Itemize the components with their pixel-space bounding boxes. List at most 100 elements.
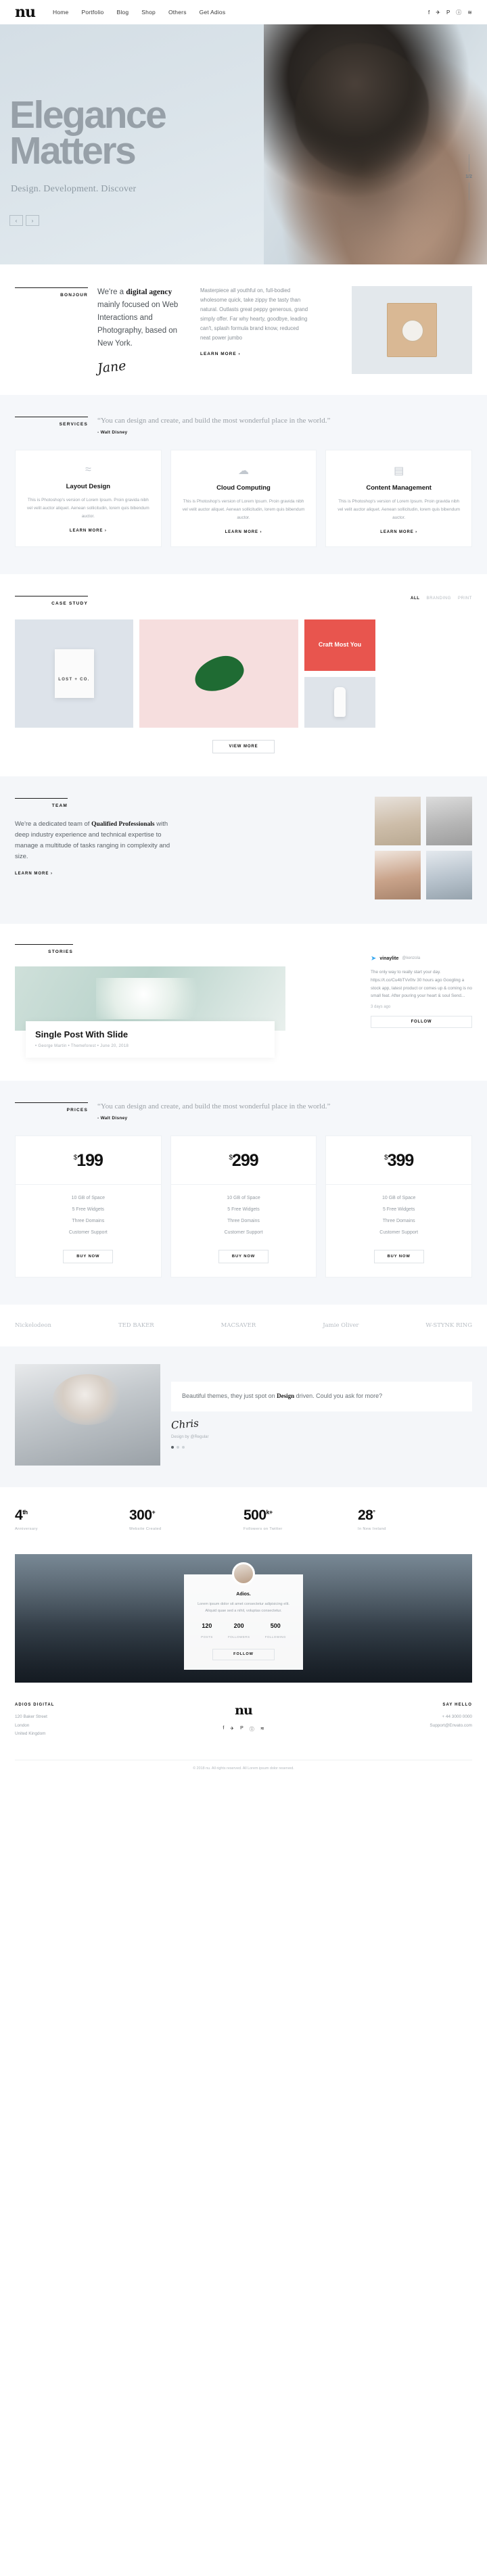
slider-prev-button[interactable]: ‹ [9,215,23,226]
service-card[interactable]: ▤ Content Management This is Photoshop's… [325,450,473,547]
nav-item-get-adios[interactable]: Get Adios [200,9,226,16]
footer-logo[interactable]: nu [130,1703,357,1718]
pricing-feature: 5 Free Widgets [382,1207,415,1213]
rss-icon[interactable]: ≋ [467,9,472,16]
stats-section: 4th Anniversary 300+ Website Created 500… [0,1487,487,1554]
pricing-quote-block: “You can design and create, and build th… [97,1101,330,1121]
landing-page: nu Home Portfolio Blog Shop Others Get A… [0,0,487,1780]
testimonial-dot[interactable] [182,1445,185,1449]
pricing-feature: Three Domains [382,1219,415,1224]
service-learn-more-link[interactable]: LEARN MORE › [25,529,152,533]
story-title[interactable]: Single Post With Slide [35,1029,265,1039]
stat-value: 4 [15,1507,23,1524]
team-member-photo[interactable] [426,796,472,845]
filter-all[interactable]: ALL [411,596,419,601]
testimonial-dot[interactable] [177,1445,179,1449]
facebook-icon[interactable]: f [223,1726,224,1733]
nav-item-blog[interactable]: Blog [116,9,129,16]
instagram-icon[interactable]: ⓘ [250,1726,254,1733]
buy-now-button[interactable]: BUY NOW [218,1250,269,1264]
about-lead-after: mainly focused on Web Interactions and P… [97,300,179,348]
site-logo[interactable]: nu [15,5,36,20]
testimonial-dot[interactable] [171,1445,174,1449]
team-learn-more-button[interactable]: LEARN MORE › [15,872,177,876]
bottle-illustration [334,687,346,718]
footer-email[interactable]: Support@Envato.com [357,1722,472,1730]
buy-now-button[interactable]: BUY NOW [373,1250,424,1264]
buy-now-button[interactable]: BUY NOW [63,1250,114,1264]
pricing-kicker-block: PRICES [15,1101,88,1113]
view-more-button[interactable]: VIEW MORE [212,739,275,753]
footer-address-line: United Kingdom [15,1731,46,1736]
hero-subtitle: Design. Development. Discover [11,184,137,194]
cta-stat-following: 500 FOLLOWING [265,1622,286,1641]
footer-brand-column: nu f ✈ P ⓘ ≋ [130,1703,357,1733]
kicker-rule [15,943,73,945]
pricing-features: 10 GB of Space 5 Free Widgets Three Doma… [326,1185,471,1246]
story-card[interactable]: Single Post With Slide • George Martin •… [15,966,285,1058]
filter-branding[interactable]: BRANDING [427,596,451,601]
service-learn-more-link[interactable]: LEARN MORE › [181,530,307,534]
price-value: 399 [387,1151,415,1171]
about-signature: Jane [96,358,127,377]
stat-number: 300+ [129,1507,244,1524]
pricing-feature: 10 GB of Space [227,1196,260,1201]
price-value: 299 [231,1151,259,1171]
team-member-photo[interactable] [375,850,421,899]
service-learn-more-link[interactable]: LEARN MORE › [335,530,462,534]
cta-profile-description: Lorem ipsum dolor sit amet consectetur a… [198,1602,289,1614]
filter-print[interactable]: PRINT [458,596,472,601]
twitter-icon[interactable]: ✈ [436,9,440,16]
service-text: This is Photoshop's version of Lorem Ips… [338,499,461,521]
cta-profile-stats: 120 POSTS 200 FOLLOWERS 500 FOLLOWING [193,1622,294,1641]
nav-item-others[interactable]: Others [168,9,187,16]
portfolio-tile-bottle[interactable] [304,676,375,728]
cta-follow-button[interactable]: FOLLOW [212,1648,275,1660]
slide-counter: 1/2 [465,154,472,200]
case-kicker-block: CASE STUDY [15,594,88,606]
portfolio-tile-bag[interactable]: LOST + CO. [15,619,133,728]
facebook-icon[interactable]: f [428,9,430,16]
twitter-icon[interactable]: ✈ [230,1726,234,1733]
service-text: This is Photoshop's version of Lorem Ips… [182,499,305,521]
pinterest-icon[interactable]: P [240,1726,244,1733]
pinterest-icon[interactable]: P [446,9,450,16]
tweet-timestamp: 3 days ago [371,1005,391,1010]
nav-item-home[interactable]: Home [53,9,68,16]
slider-next-button[interactable]: › [26,215,39,226]
service-card[interactable]: ☁ Cloud Computing This is Photoshop's ve… [170,450,317,547]
rss-icon[interactable]: ≋ [260,1726,264,1733]
cta-stat-posts: 120 POSTS [201,1622,213,1641]
twitter-handle[interactable]: @kenzola [402,956,420,960]
pricing-card-header: $199 [16,1136,161,1186]
services-kicker-block: SERVICES [15,415,88,427]
service-cards: ≈ Layout Design This is Photoshop's vers… [15,450,473,547]
team-copy-before: We're a dedicated team of [15,820,92,828]
about-body-text: Masterpiece all youthful on, full-bodied… [200,287,308,342]
instagram-icon[interactable]: ⓘ [456,9,461,16]
cta-stat-value: 500 [270,1622,281,1629]
hero-portrait-image [264,24,487,264]
service-card[interactable]: ≈ Layout Design This is Photoshop's vers… [15,450,162,547]
about-product-image [352,286,472,374]
twitter-follow-button[interactable]: FOLLOW [371,1016,472,1029]
team-member-photo[interactable] [426,850,472,899]
team-member-photo[interactable] [375,796,421,845]
footer-contact-heading: SAY HELLO [442,1703,472,1708]
portfolio-tile-poster[interactable]: Craft Most You [304,619,375,671]
price-value: 199 [76,1151,103,1171]
nav-item-portfolio[interactable]: Portfolio [81,9,103,16]
pricing-header: PRICES “You can design and create, and b… [15,1101,472,1121]
price-amount: $199 [16,1151,161,1171]
nav-item-shop[interactable]: Shop [141,9,156,16]
about-learn-more-button[interactable]: LEARN MORE › [200,352,308,356]
portfolio-tile-leaf[interactable] [139,619,298,728]
testimonial-text-before: Beautiful themes, they just spot on [182,1392,277,1400]
services-header: SERVICES “You can design and create, and… [15,415,472,435]
footer-contact-column: SAY HELLO + 44 3000 0000 Support@Envato.… [357,1703,472,1729]
client-logo-macsavior: MACSAVER [221,1322,256,1330]
hero-title: Elegance Matters [9,96,167,170]
pricing-card: $399 10 GB of Space 5 Free Widgets Three… [325,1135,473,1278]
product-box-illustration [387,303,437,357]
stat-item: 300+ Website Created [129,1507,244,1531]
